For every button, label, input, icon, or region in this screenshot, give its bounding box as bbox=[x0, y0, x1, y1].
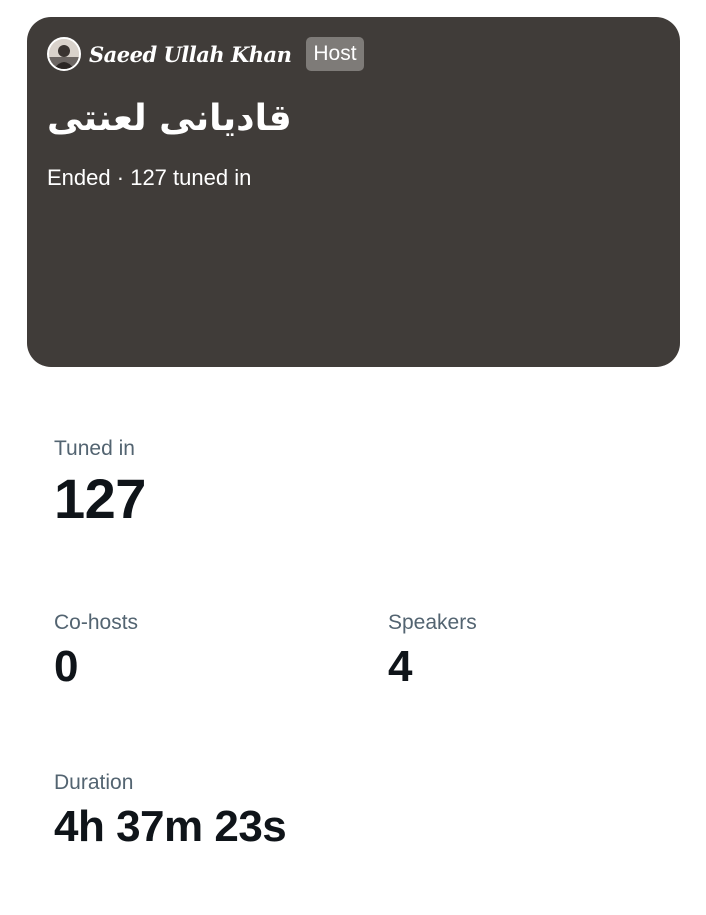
cohosts-label: Co-hosts bbox=[54, 611, 139, 634]
space-title: قادیانی لعنتی bbox=[47, 98, 292, 139]
host-avatar[interactable] bbox=[47, 37, 81, 71]
status-text: Ended bbox=[47, 165, 111, 190]
host-name[interactable]: Saeed Ullah Khan bbox=[89, 42, 292, 67]
space-status: Ended · 127 tuned in bbox=[47, 164, 251, 192]
speakers-value: 4 bbox=[388, 642, 412, 691]
host-badge: Host bbox=[306, 37, 364, 71]
tuned-in-value: 127 bbox=[54, 467, 146, 530]
avatar-icon bbox=[49, 39, 79, 69]
cohosts-value: 0 bbox=[54, 642, 78, 691]
host-row: Saeed Ullah Khan Host bbox=[47, 37, 364, 71]
duration-value: 4h 37m 23s bbox=[54, 802, 287, 851]
tuned-in-label: Tuned in bbox=[54, 437, 135, 460]
duration-label: Duration bbox=[54, 771, 134, 794]
speakers-label: Speakers bbox=[388, 611, 477, 634]
tuned-in-text: 127 tuned in bbox=[130, 165, 252, 190]
space-card[interactable]: Saeed Ullah Khan Host قادیانی لعنتی Ende… bbox=[27, 17, 680, 367]
status-separator: · bbox=[116, 165, 125, 190]
